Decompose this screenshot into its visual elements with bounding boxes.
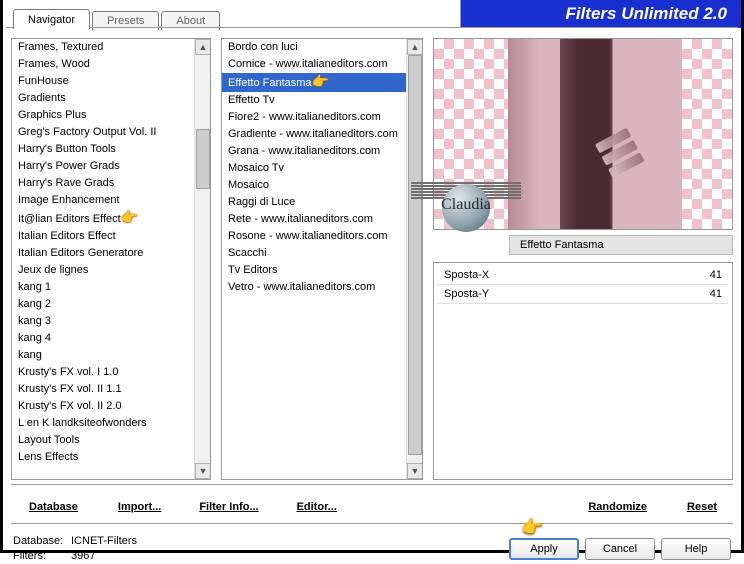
list-item[interactable]: Greg's Factory Output Vol. II xyxy=(12,124,194,141)
scroll-thumb[interactable] xyxy=(408,55,422,455)
scrollbar[interactable]: ▲ ▼ xyxy=(406,39,422,479)
list-item[interactable]: Rete - www.italianeditors.com xyxy=(222,211,406,228)
pointer-icon: 👉 xyxy=(521,517,543,538)
pointer-icon: 👈 xyxy=(121,210,138,225)
list-item[interactable]: Effetto Fantasma 👈 xyxy=(222,73,406,92)
list-item[interactable]: FunHouse xyxy=(12,73,194,90)
list-item[interactable]: Raggi di Luce xyxy=(222,194,406,211)
scrollbar[interactable]: ▲ ▼ xyxy=(194,39,210,479)
list-item[interactable]: Rosone - www.italianeditors.com xyxy=(222,228,406,245)
list-item[interactable]: Krusty's FX vol. I 1.0 xyxy=(12,364,194,381)
list-item[interactable]: Harry's Button Tools xyxy=(12,141,194,158)
list-item[interactable]: It@lian Editors Effect 👈 xyxy=(12,209,194,228)
pointer-icon: 👈 xyxy=(312,74,329,89)
list-item[interactable]: L en K landksiteofwonders xyxy=(12,415,194,432)
list-item[interactable]: Jeux de lignes xyxy=(12,262,194,279)
param-value: 41 xyxy=(710,288,722,300)
database-button[interactable]: Database xyxy=(19,497,88,517)
list-item[interactable]: Grana - www.italianeditors.com xyxy=(222,143,406,160)
apply-button[interactable]: Apply xyxy=(509,538,579,560)
param-value: 41 xyxy=(710,269,722,281)
randomize-button[interactable]: Randomize xyxy=(578,497,657,517)
param-name: Sposta-X xyxy=(444,269,710,281)
toolbar: Database Import... Filter Info... Editor… xyxy=(3,489,741,519)
scroll-up-icon[interactable]: ▲ xyxy=(195,39,211,55)
db-value: ICNET-Filters xyxy=(71,535,137,547)
list-item[interactable]: Gradients xyxy=(12,90,194,107)
filter-list: Bordo con luciCornice - www.italianedito… xyxy=(221,38,423,480)
list-item[interactable]: Mosaico xyxy=(222,177,406,194)
list-item[interactable]: Harry's Rave Grads xyxy=(12,175,194,192)
help-button[interactable]: Help xyxy=(661,538,731,560)
param-name: Sposta-Y xyxy=(444,288,710,300)
filter-info-button[interactable]: Filter Info... xyxy=(189,497,268,517)
list-item[interactable]: Krusty's FX vol. II 1.1 xyxy=(12,381,194,398)
separator xyxy=(438,284,728,285)
list-item[interactable]: Lens Effects xyxy=(12,449,194,466)
watermark: Claudia xyxy=(411,178,521,238)
param-row[interactable]: Sposta-Y41 xyxy=(434,286,732,302)
parameter-panel: Sposta-X41Sposta-Y41 xyxy=(433,262,733,480)
filters-value: 3967 xyxy=(71,550,95,562)
list-item[interactable]: Cornice - www.italianeditors.com xyxy=(222,56,406,73)
footer: Database:ICNET-Filters Filters:3967 Appl… xyxy=(3,528,741,564)
list-item[interactable]: kang xyxy=(12,347,194,364)
watermark-text: Claudia xyxy=(441,196,491,214)
list-item[interactable]: Scacchi xyxy=(222,245,406,262)
preview-shape xyxy=(595,126,663,207)
app-title: Filters Unlimited 2.0 xyxy=(565,0,741,28)
scroll-down-icon[interactable]: ▼ xyxy=(407,463,423,479)
tab-navigator[interactable]: Navigator xyxy=(13,9,90,29)
titlebar: Navigator Presets About Filters Unlimite… xyxy=(3,0,741,28)
list-item[interactable]: Tv Editors xyxy=(222,262,406,279)
status-info: Database:ICNET-Filters Filters:3967 xyxy=(13,534,137,564)
current-filter-name: Effetto Fantasma xyxy=(509,235,733,255)
list-item[interactable]: Italian Editors Effect xyxy=(12,228,194,245)
reset-button[interactable]: Reset xyxy=(677,497,727,517)
list-item[interactable]: Image Enhancement xyxy=(12,192,194,209)
list-item[interactable]: Krusty's FX vol. II 2.0 xyxy=(12,398,194,415)
import-button[interactable]: Import... xyxy=(108,497,171,517)
tab-strip: Navigator Presets About xyxy=(3,0,220,28)
separator xyxy=(11,523,733,524)
list-item[interactable]: Italian Editors Generatore xyxy=(12,245,194,262)
category-list: Frames, TexturedFrames, WoodFunHouseGrad… xyxy=(11,38,211,480)
scroll-down-icon[interactable]: ▼ xyxy=(195,463,211,479)
separator xyxy=(11,484,733,485)
list-item[interactable]: Frames, Wood xyxy=(12,56,194,73)
list-item[interactable]: Frames, Textured xyxy=(12,39,194,56)
preview-image xyxy=(508,39,682,229)
list-item[interactable]: Layout Tools xyxy=(12,432,194,449)
transparency-checker xyxy=(682,39,732,229)
list-item[interactable]: kang 2 xyxy=(12,296,194,313)
list-item[interactable]: Harry's Power Grads xyxy=(12,158,194,175)
param-row[interactable]: Sposta-X41 xyxy=(434,267,732,283)
scroll-thumb[interactable] xyxy=(196,129,210,189)
list-item[interactable]: Effetto Tv xyxy=(222,92,406,109)
list-item[interactable]: Mosaico Tv xyxy=(222,160,406,177)
list-item[interactable]: Graphics Plus xyxy=(12,107,194,124)
tab-underline xyxy=(6,27,738,28)
list-item[interactable]: kang 4 xyxy=(12,330,194,347)
db-label: Database: xyxy=(13,534,71,549)
list-item[interactable]: kang 3 xyxy=(12,313,194,330)
list-item[interactable]: Gradiente - www.italianeditors.com xyxy=(222,126,406,143)
cancel-button[interactable]: Cancel xyxy=(585,538,655,560)
filters-label: Filters: xyxy=(13,549,71,564)
scroll-up-icon[interactable]: ▲ xyxy=(407,39,423,55)
list-item[interactable]: Bordo con luci xyxy=(222,39,406,56)
editor-button[interactable]: Editor... xyxy=(287,497,347,517)
list-item[interactable]: kang 1 xyxy=(12,279,194,296)
list-item[interactable]: Fiore2 - www.italianeditors.com xyxy=(222,109,406,126)
list-item[interactable]: Vetro - www.italianeditors.com xyxy=(222,279,406,296)
separator xyxy=(438,303,728,304)
